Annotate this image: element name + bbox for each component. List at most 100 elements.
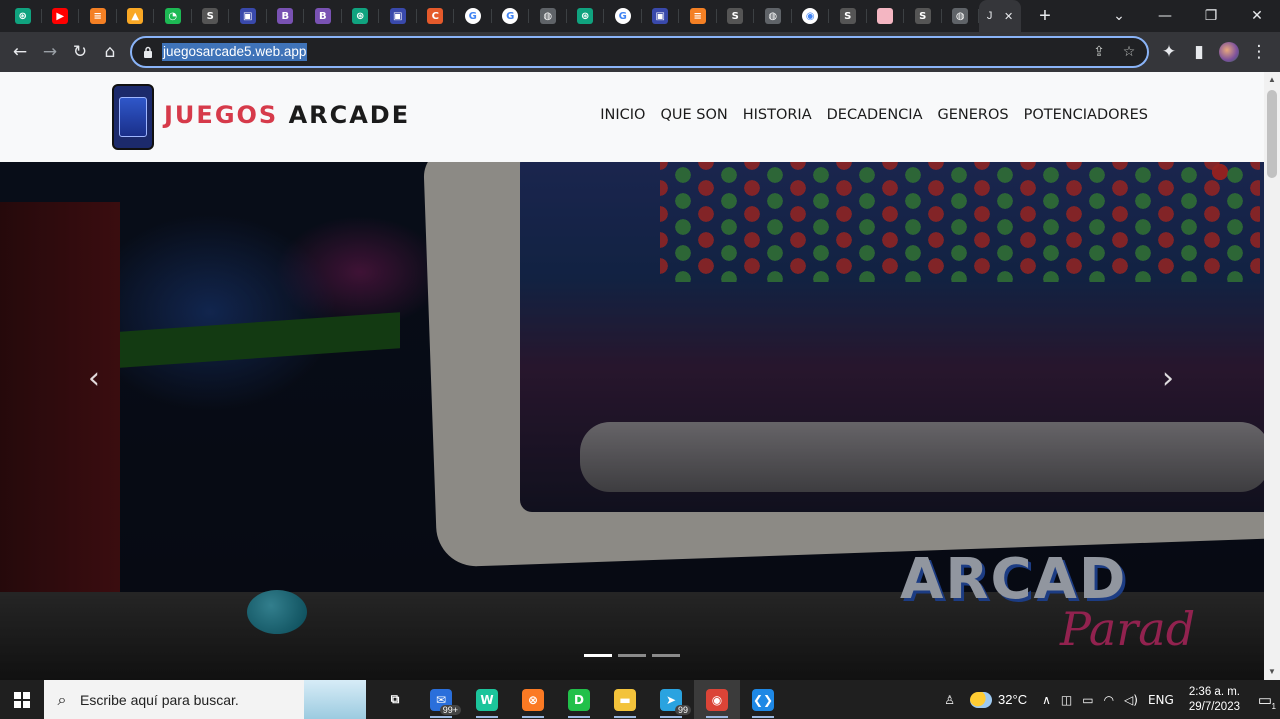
google-icon: G [502, 8, 519, 24]
nav-link-generos[interactable]: GENEROS [938, 107, 1009, 123]
tab-5[interactable]: S [192, 0, 230, 32]
home-button[interactable]: ⌂ [95, 37, 125, 67]
nav-link-inicio[interactable]: INICIO [600, 107, 645, 123]
soet-icon: S [202, 8, 219, 24]
bookmark-star-icon[interactable]: ☆ [1117, 44, 1141, 60]
battery-icon[interactable]: ▭ [1077, 693, 1098, 707]
chrome-icon: ◉ [802, 8, 819, 24]
tab-10[interactable]: ▣ [379, 0, 417, 32]
task-view-taskbar-button[interactable]: ⧉ [372, 680, 418, 719]
notification-count: 1 [1271, 702, 1276, 711]
carousel-prev-button[interactable]: ‹ [74, 358, 114, 398]
tab-4[interactable]: ◔ [154, 0, 192, 32]
tab-15[interactable]: ⊛ [567, 0, 605, 32]
tab-21[interactable]: ◉ [792, 0, 830, 32]
nav-link-decadencia[interactable]: DECADENCIA [827, 107, 923, 123]
search-highlight-image [304, 680, 366, 719]
nav-link-historia[interactable]: HISTORIA [743, 107, 812, 123]
scroll-thumb[interactable] [1267, 90, 1277, 178]
carousel-next-button[interactable]: › [1148, 358, 1188, 398]
meet-now-icon[interactable]: ◫ [1056, 693, 1077, 707]
restore-button[interactable]: ❐ [1188, 0, 1234, 32]
vscode-taskbar-button[interactable]: ❮❯ [740, 680, 786, 719]
tab-8[interactable]: B [304, 0, 342, 32]
page-scrollbar[interactable]: ▲ ▼ [1264, 72, 1280, 680]
forward-button[interactable]: → [35, 37, 65, 67]
tab-24[interactable]: S [904, 0, 942, 32]
tab-0[interactable]: ⊛ [4, 0, 42, 32]
chrome-taskbar-button[interactable]: ◉ [694, 680, 740, 719]
dbeaver-taskbar-button[interactable]: D [556, 680, 602, 719]
tab-20[interactable]: ◍ [754, 0, 792, 32]
tab-22[interactable]: S [829, 0, 867, 32]
carousel-indicator-3[interactable] [652, 654, 680, 657]
tab-6[interactable]: ▣ [229, 0, 267, 32]
nav-link-potenciadores[interactable]: POTENCIADORES [1024, 107, 1148, 123]
tab-7[interactable]: B [267, 0, 305, 32]
tab-2[interactable]: ≡ [79, 0, 117, 32]
profile-avatar[interactable] [1214, 37, 1244, 67]
extensions-icon[interactable]: ✦ [1154, 37, 1184, 67]
taskbar-search[interactable]: ⌕ Escribe aquí para buscar. [44, 680, 366, 719]
minimize-button[interactable]: — [1142, 0, 1188, 32]
browser-menu-icon[interactable]: ⋮ [1244, 37, 1274, 67]
close-window-button[interactable]: ✕ [1234, 0, 1280, 32]
scroll-up-icon[interactable]: ▲ [1268, 76, 1276, 84]
carousel-indicator-1[interactable] [584, 654, 612, 657]
notifications-icon[interactable]: ▭ 1 [1250, 680, 1280, 719]
tab-14[interactable]: ◍ [529, 0, 567, 32]
bootstrap-icon: B [277, 8, 294, 24]
back-button[interactable]: ← [5, 37, 35, 67]
taskbar-clock[interactable]: 2:36 a. m. 29/7/2023 [1179, 685, 1250, 715]
xampp-icon: ⊗ [522, 688, 544, 711]
site-brand[interactable]: JUEGOS ARCADE [164, 101, 410, 129]
close-tab-icon[interactable]: ✕ [1004, 10, 1013, 23]
lock-icon[interactable] [142, 46, 154, 58]
running-indicator [522, 716, 544, 718]
site-logo[interactable] [112, 84, 154, 150]
tab-9[interactable]: ⊛ [342, 0, 380, 32]
site-navbar: JUEGOS ARCADE INICIO QUE SON HISTORIA DECAD… [0, 72, 1264, 162]
file-explorer-taskbar-button[interactable]: ▬ [602, 680, 648, 719]
language-indicator[interactable]: ENG [1143, 693, 1179, 707]
weather-widget[interactable]: 32°C [960, 691, 1037, 708]
tab-13[interactable]: G [492, 0, 530, 32]
wifi-icon[interactable]: ◠ [1099, 693, 1119, 707]
monitor-icon: ▣ [389, 8, 406, 24]
mail-taskbar-button[interactable]: ✉ 99+ [418, 680, 464, 719]
task-view-icon: ⧉ [390, 692, 400, 706]
chart-icon: ◔ [164, 8, 181, 24]
tab-16[interactable]: G [604, 0, 642, 32]
people-icon[interactable]: ♙ [939, 693, 960, 707]
reload-button[interactable]: ↻ [65, 37, 95, 67]
side-panel-icon[interactable]: ▮ [1184, 37, 1214, 67]
url-text[interactable]: juegosarcade5.web.app [162, 43, 308, 61]
tab-23[interactable] [867, 0, 905, 32]
nav-link-que-son[interactable]: QUE SON [660, 107, 727, 123]
tab-1[interactable]: ▶ [42, 0, 80, 32]
tab-19[interactable]: S [717, 0, 755, 32]
address-bar[interactable]: juegosarcade5.web.app ⇪ ☆ [130, 36, 1149, 68]
share-icon[interactable]: ⇪ [1087, 44, 1111, 60]
pink-square-icon [877, 8, 894, 24]
telegram-taskbar-button[interactable]: ➤ 99 [648, 680, 694, 719]
carousel-indicator-2[interactable] [618, 654, 646, 657]
new-tab-button[interactable]: + [1029, 0, 1061, 32]
carousel-indicators [584, 654, 680, 657]
tab-17[interactable]: ▣ [642, 0, 680, 32]
webstorm-taskbar-button[interactable]: W [464, 680, 510, 719]
xampp-taskbar-button[interactable]: ⊗ [510, 680, 556, 719]
app-badge: 99 [674, 705, 691, 715]
scroll-down-icon[interactable]: ▼ [1268, 668, 1276, 676]
tab-search-icon[interactable]: ⌄ [1096, 0, 1142, 32]
show-hidden-icons[interactable]: ∧ [1037, 693, 1056, 707]
tab-12[interactable]: G [454, 0, 492, 32]
volume-icon[interactable]: ◁) [1119, 693, 1143, 707]
tab-active[interactable]: J ✕ [979, 0, 1021, 32]
tab-18[interactable]: ≡ [679, 0, 717, 32]
logo-screen [119, 97, 147, 137]
tab-25[interactable]: ◍ [942, 0, 980, 32]
start-button[interactable] [0, 680, 44, 719]
tab-3[interactable]: ▲ [117, 0, 155, 32]
tab-11[interactable]: C [417, 0, 455, 32]
